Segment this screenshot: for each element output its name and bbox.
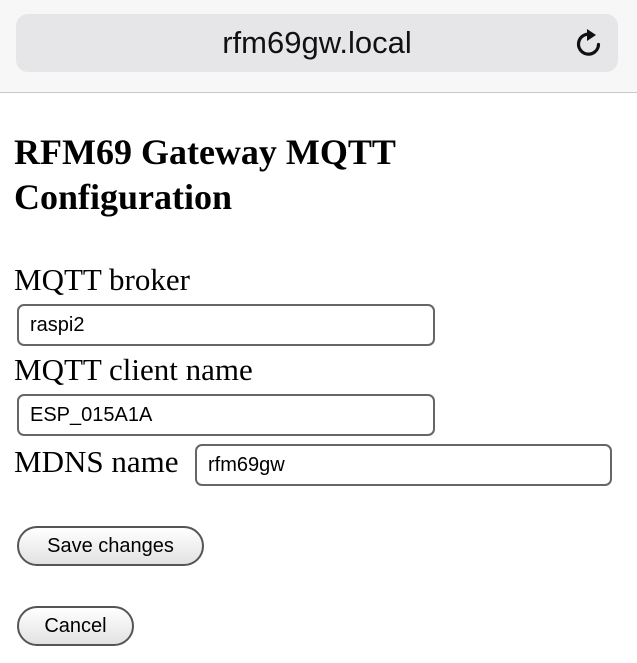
reload-icon[interactable] xyxy=(572,26,606,60)
mdns-name-input[interactable] xyxy=(195,444,612,486)
mqtt-client-name-label: MQTT client name xyxy=(14,352,253,387)
mdns-name-label: MDNS name xyxy=(14,444,179,479)
save-changes-button[interactable]: Save changes xyxy=(17,526,204,566)
config-page: RFM69 Gateway MQTT Configuration MQTT br… xyxy=(0,94,637,663)
cancel-button[interactable]: Cancel xyxy=(17,606,134,646)
url-text: rfm69gw.local xyxy=(222,25,412,60)
page-title: RFM69 Gateway MQTT Configuration xyxy=(14,132,396,217)
browser-address-bar: rfm69gw.local xyxy=(0,0,637,93)
mqtt-client-name-input[interactable] xyxy=(17,394,435,436)
mqtt-broker-label: MQTT broker xyxy=(14,262,190,297)
url-field[interactable]: rfm69gw.local xyxy=(16,14,618,72)
mqtt-broker-input[interactable] xyxy=(17,304,435,346)
